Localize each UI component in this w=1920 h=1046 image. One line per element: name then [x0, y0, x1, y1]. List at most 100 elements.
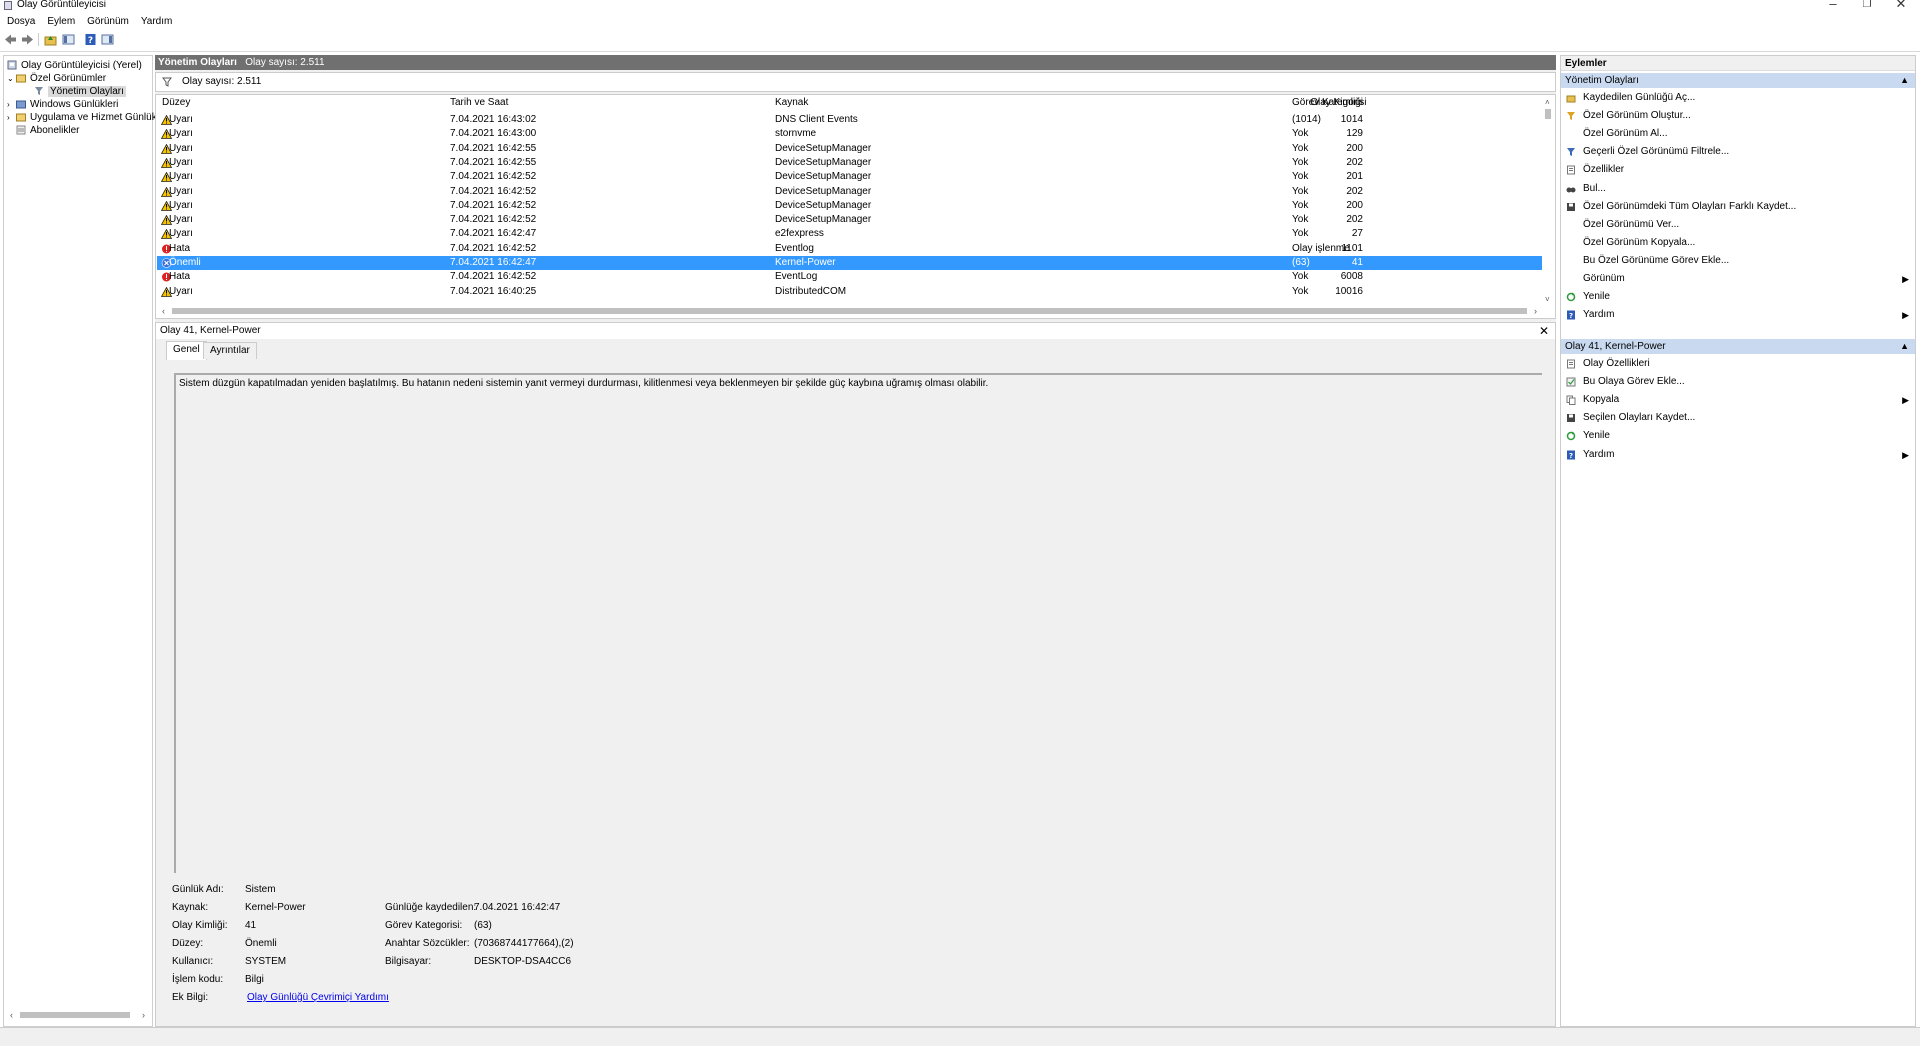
- table-row[interactable]: Uyarı 7.04.2021 16:40:25 DistributedCOM 100…: [157, 285, 1542, 299]
- folder-icon: [16, 113, 26, 122]
- action-item-items2-1[interactable]: Bu Olaya Görev Ekle...: [1561, 373, 1915, 391]
- action-item-items1-8[interactable]: Özel Görünüm Kopyala...: [1561, 234, 1915, 252]
- table-row[interactable]: Uyarı 7.04.2021 16:42:52 DeviceSetupManage…: [157, 213, 1542, 227]
- action-item-items2-0[interactable]: Olay Özellikleri: [1561, 355, 1915, 373]
- menu-help[interactable]: Yardım: [135, 14, 179, 30]
- tree-item-windows-logs[interactable]: › Windows Günlükleri: [7, 98, 118, 111]
- tree-item-app-service-logs[interactable]: › Uygulama ve Hizmet Günlük: [7, 111, 157, 124]
- menu-file[interactable]: Dosya: [0, 14, 41, 30]
- table-row[interactable]: Uyarı 7.04.2021 16:42:55 DeviceSetupManage…: [157, 156, 1542, 170]
- table-row[interactable]: Uyarı 7.04.2021 16:42:52 DeviceSetupManage…: [157, 185, 1542, 199]
- action-item-items1-11[interactable]: Yenile: [1561, 288, 1915, 306]
- pane-title: Yönetim Olayları: [158, 57, 237, 68]
- cell-date: 7.04.2021 16:42:52: [450, 271, 537, 283]
- tree-item-subscriptions[interactable]: Abonelikler: [16, 124, 79, 137]
- table-row[interactable]: Uyarı 7.04.2021 16:42:52 DeviceSetupManage…: [157, 199, 1542, 213]
- action-item-items1-12[interactable]: ? Yardım ▶: [1561, 306, 1915, 324]
- svg-text:‹: ‹: [162, 306, 165, 316]
- collapse-arrow-icon[interactable]: ›: [7, 98, 16, 111]
- action-label: Olay Özellikleri: [1583, 358, 1650, 369]
- events-horizontal-scrollbar[interactable]: ‹ ›: [160, 306, 1542, 316]
- help-icon[interactable]: ?: [84, 33, 97, 46]
- table-row[interactable]: Uyarı 7.04.2021 16:43:00 stornvme 129 Yok: [157, 127, 1542, 141]
- table-row[interactable]: Önemli 7.04.2021 16:42:47 Kernel-Power 41 (6…: [157, 256, 1542, 270]
- tree-item-root[interactable]: Olay Görüntüleyicisi (Yerel): [7, 59, 142, 72]
- cell-date: 7.04.2021 16:40:25: [450, 285, 537, 297]
- cell-task-category: Yok: [1292, 228, 1309, 240]
- table-row[interactable]: Uyarı 7.04.2021 16:43:02 DNS Client Events…: [157, 113, 1542, 127]
- action-item-items1-9[interactable]: Bu Özel Görünüme Görev Ekle...: [1561, 252, 1915, 270]
- column-header-level[interactable]: Düzey: [162, 97, 190, 108]
- status-bar: [0, 1027, 1920, 1046]
- expand-arrow-icon[interactable]: ⌄: [7, 72, 16, 85]
- action-item-items1-5[interactable]: Bul...: [1561, 180, 1915, 198]
- cell-level: Hata: [169, 271, 191, 283]
- tab-general[interactable]: Genel: [166, 341, 207, 360]
- log-name-label: Günlük Adı:: [172, 884, 224, 895]
- table-row[interactable]: Hata 7.04.2021 16:42:52 Eventlog 1101 Olay i…: [157, 242, 1542, 256]
- action-item-items1-4[interactable]: Özellikler: [1561, 161, 1915, 179]
- binoculars-icon: [1566, 187, 1576, 192]
- column-header-task-category[interactable]: Görev Kategorisi: [1292, 97, 1366, 108]
- action-item-items1-10[interactable]: Görünüm ▶: [1561, 270, 1915, 288]
- user-label: Kullanıcı:: [172, 956, 214, 967]
- action-item-items2-4[interactable]: Yenile: [1561, 427, 1915, 445]
- column-header-source[interactable]: Kaynak: [775, 97, 808, 108]
- up-folder-icon[interactable]: [44, 33, 57, 46]
- cell-level: Uyarı: [169, 199, 193, 211]
- level-value: Önemli: [245, 938, 277, 949]
- cell-level: Uyarı: [169, 142, 193, 154]
- back-icon[interactable]: [4, 33, 17, 46]
- action-item-items2-5[interactable]: ? Yardım ▶: [1561, 446, 1915, 464]
- action-item-items1-2[interactable]: Özel Görünüm Al...: [1561, 125, 1915, 143]
- collapse-caret-icon[interactable]: ▲: [1900, 73, 1909, 88]
- action-label: Bu Olaya Görev Ekle...: [1583, 376, 1685, 388]
- cell-level: Uyarı: [169, 185, 193, 197]
- table-row[interactable]: Uyarı 7.04.2021 16:42:47 e2fexpress 27 Yok: [157, 227, 1542, 241]
- collapse-caret-icon[interactable]: ▲: [1900, 339, 1909, 354]
- action-label: Kopyala: [1583, 394, 1620, 406]
- tree-item-custom-views[interactable]: ⌄ Özel Görünümler: [7, 72, 106, 85]
- close-detail-icon[interactable]: ✕: [1539, 323, 1549, 339]
- action-item-items1-1[interactable]: Özel Görünüm Oluştur...: [1561, 107, 1915, 125]
- actions-section-admin-events[interactable]: Yönetim Olayları ▲: [1561, 73, 1915, 88]
- menu-view[interactable]: Görünüm: [81, 14, 135, 30]
- tree-horizontal-scrollbar[interactable]: ‹ ›: [8, 1010, 150, 1020]
- action-label: Özellikler: [1583, 164, 1625, 176]
- menu-action[interactable]: Eylem: [41, 14, 81, 30]
- restore-button[interactable]: ❐: [1852, 0, 1882, 10]
- cell-source: DeviceSetupManager: [775, 142, 872, 154]
- svg-text:˄: ˄: [1545, 98, 1550, 107]
- minimize-button[interactable]: –: [1818, 0, 1848, 11]
- action-item-items1-6[interactable]: Özel Görünümdeki Tüm Olayları Farklı Kay…: [1561, 198, 1915, 216]
- show-hide-tree-icon[interactable]: [62, 33, 75, 46]
- svg-text:‹: ‹: [10, 1010, 13, 1020]
- folder-icon: [16, 74, 26, 83]
- show-hide-action-pane-icon[interactable]: [101, 33, 114, 46]
- action-item-items2-2[interactable]: Kopyala ▶: [1561, 391, 1915, 409]
- task-icon: [1566, 377, 1576, 387]
- copy-icon: [1566, 395, 1576, 406]
- action-item-items2-3[interactable]: Seçilen Olayları Kaydet...: [1561, 409, 1915, 427]
- action-item-items1-0[interactable]: Kaydedilen Günlüğü Aç...: [1561, 89, 1915, 107]
- description-box[interactable]: Sistem düzgün kapatılmadan yeniden başla…: [174, 373, 1542, 873]
- action-item-items1-3[interactable]: Geçerli Özel Görünümü Filtrele...: [1561, 143, 1915, 161]
- action-item-items1-7[interactable]: Özel Görünümü Ver...: [1561, 216, 1915, 234]
- forward-icon[interactable]: [21, 33, 34, 46]
- cell-date: 7.04.2021 16:42:47: [450, 228, 537, 240]
- table-row[interactable]: Uyarı 7.04.2021 16:42:55 DeviceSetupManage…: [157, 142, 1542, 156]
- pane-header: Yönetim Olayları Olay sayısı: 2.511: [155, 55, 1556, 70]
- actions-section-event[interactable]: Olay 41, Kernel-Power ▲: [1561, 339, 1915, 354]
- events-vertical-scrollbar[interactable]: ˄ ˅: [1543, 97, 1553, 304]
- column-header-date[interactable]: Tarih ve Saat: [450, 97, 508, 108]
- collapse-arrow-icon[interactable]: ›: [7, 111, 16, 124]
- online-help-link[interactable]: Olay Günlüğü Çevrimiçi Yardımı: [247, 992, 389, 1003]
- table-row[interactable]: Hata 7.04.2021 16:42:52 EventLog 6008 Yok: [157, 270, 1542, 284]
- events-table: Düzey Tarih ve Saat Kaynak Olay Kimliği …: [155, 94, 1556, 319]
- event-id-value: 41: [245, 920, 257, 931]
- filter-create-icon: [1567, 112, 1575, 121]
- tree-item-admin-events[interactable]: Yönetim Olayları: [34, 85, 126, 98]
- close-button[interactable]: ✕: [1886, 0, 1916, 12]
- tab-details[interactable]: Ayrıntılar: [203, 342, 257, 359]
- table-row[interactable]: Uyarı 7.04.2021 16:42:52 DeviceSetupManage…: [157, 170, 1542, 184]
